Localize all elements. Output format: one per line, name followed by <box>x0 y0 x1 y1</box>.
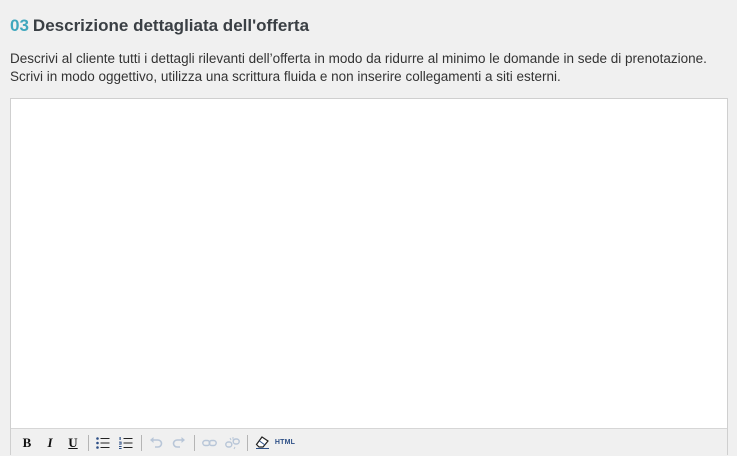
bullet-list-button[interactable] <box>93 433 113 453</box>
unlink-icon <box>224 436 240 449</box>
eraser-icon <box>255 436 269 449</box>
toolbar-separator <box>141 434 142 451</box>
rich-text-editor: B I U HTML <box>10 98 728 456</box>
underline-icon: U <box>68 434 78 450</box>
remove-format-button[interactable] <box>252 433 272 453</box>
section-number: 03 <box>10 16 29 35</box>
bold-icon: B <box>22 434 32 450</box>
link-icon <box>201 439 217 446</box>
editor-content-area[interactable] <box>11 99 727 428</box>
section-title-text: Descrizione dettagliata dell'offerta <box>32 16 310 35</box>
html-source-button[interactable]: HTML <box>275 433 295 453</box>
section-title: 03 Descrizione dettagliata dell'offerta <box>10 15 309 37</box>
toolbar-separator <box>247 434 248 451</box>
section-description: Descrivi al cliente tutti i dettagli ril… <box>10 51 707 84</box>
toolbar-separator <box>194 434 195 451</box>
toolbar-separator <box>88 434 89 451</box>
bold-button[interactable]: B <box>17 433 37 453</box>
link-button[interactable] <box>199 433 219 453</box>
numbered-list-icon <box>119 436 133 449</box>
undo-icon <box>150 436 163 448</box>
editor-toolbar: B I U HTML <box>11 428 727 456</box>
redo-button[interactable] <box>169 433 189 453</box>
underline-button[interactable]: U <box>63 433 83 453</box>
numbered-list-button[interactable] <box>116 433 136 453</box>
undo-button[interactable] <box>146 433 166 453</box>
offer-description-section: 03 Descrizione dettagliata dell'offerta D… <box>10 0 730 456</box>
bullet-list-icon <box>96 436 110 449</box>
italic-icon: I <box>47 434 53 450</box>
html-source-icon: HTML <box>274 439 296 446</box>
redo-icon <box>172 436 185 448</box>
italic-button[interactable]: I <box>40 433 60 453</box>
unlink-button[interactable] <box>222 433 242 453</box>
